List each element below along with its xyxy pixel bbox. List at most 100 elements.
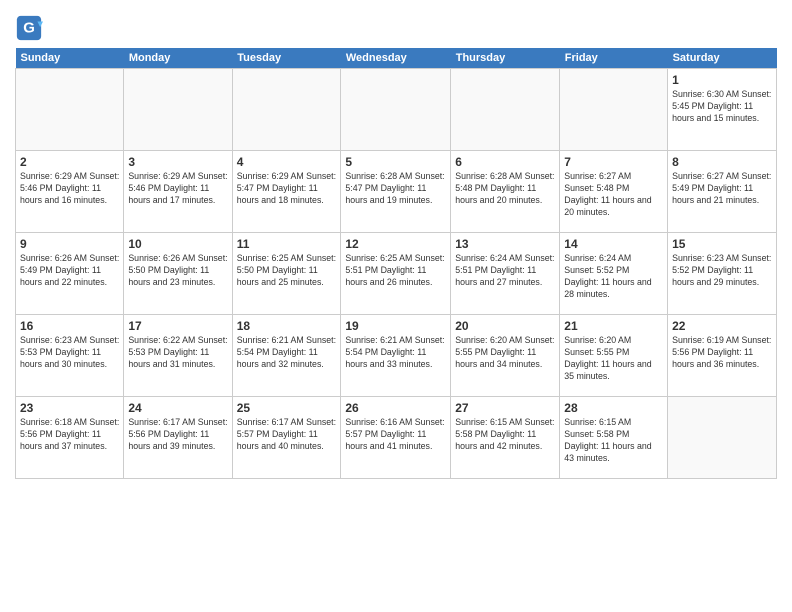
calendar-cell: 5Sunrise: 6:28 AM Sunset: 5:47 PM Daylig…	[341, 151, 451, 233]
calendar-cell: 6Sunrise: 6:28 AM Sunset: 5:48 PM Daylig…	[451, 151, 560, 233]
svg-text:G: G	[23, 20, 35, 37]
day-info: Sunrise: 6:26 AM Sunset: 5:49 PM Dayligh…	[20, 253, 119, 289]
day-info: Sunrise: 6:15 AM Sunset: 5:58 PM Dayligh…	[564, 417, 663, 465]
day-number: 22	[672, 318, 772, 334]
calendar-cell	[124, 69, 232, 151]
calendar-cell: 16Sunrise: 6:23 AM Sunset: 5:53 PM Dayli…	[16, 315, 124, 397]
calendar-week-5: 23Sunrise: 6:18 AM Sunset: 5:56 PM Dayli…	[16, 397, 777, 479]
calendar-cell: 23Sunrise: 6:18 AM Sunset: 5:56 PM Dayli…	[16, 397, 124, 479]
calendar-week-2: 2Sunrise: 6:29 AM Sunset: 5:46 PM Daylig…	[16, 151, 777, 233]
calendar-cell: 26Sunrise: 6:16 AM Sunset: 5:57 PM Dayli…	[341, 397, 451, 479]
day-number: 18	[237, 318, 337, 334]
day-info: Sunrise: 6:22 AM Sunset: 5:53 PM Dayligh…	[128, 335, 227, 371]
calendar-cell: 2Sunrise: 6:29 AM Sunset: 5:46 PM Daylig…	[16, 151, 124, 233]
day-info: Sunrise: 6:19 AM Sunset: 5:56 PM Dayligh…	[672, 335, 772, 371]
day-number: 14	[564, 236, 663, 252]
calendar-cell	[560, 69, 668, 151]
calendar-cell: 11Sunrise: 6:25 AM Sunset: 5:50 PM Dayli…	[232, 233, 341, 315]
day-number: 9	[20, 236, 119, 252]
day-info: Sunrise: 6:29 AM Sunset: 5:47 PM Dayligh…	[237, 171, 337, 207]
day-info: Sunrise: 6:25 AM Sunset: 5:50 PM Dayligh…	[237, 253, 337, 289]
calendar-cell: 4Sunrise: 6:29 AM Sunset: 5:47 PM Daylig…	[232, 151, 341, 233]
calendar-cell: 8Sunrise: 6:27 AM Sunset: 5:49 PM Daylig…	[668, 151, 777, 233]
weekday-header-monday: Monday	[124, 48, 232, 69]
calendar-cell	[451, 69, 560, 151]
day-number: 1	[672, 72, 772, 88]
day-info: Sunrise: 6:23 AM Sunset: 5:53 PM Dayligh…	[20, 335, 119, 371]
calendar-cell: 21Sunrise: 6:20 AM Sunset: 5:55 PM Dayli…	[560, 315, 668, 397]
weekday-header-tuesday: Tuesday	[232, 48, 341, 69]
calendar-cell: 14Sunrise: 6:24 AM Sunset: 5:52 PM Dayli…	[560, 233, 668, 315]
weekday-header-friday: Friday	[560, 48, 668, 69]
day-info: Sunrise: 6:17 AM Sunset: 5:56 PM Dayligh…	[128, 417, 227, 453]
calendar-cell: 19Sunrise: 6:21 AM Sunset: 5:54 PM Dayli…	[341, 315, 451, 397]
calendar-cell: 15Sunrise: 6:23 AM Sunset: 5:52 PM Dayli…	[668, 233, 777, 315]
day-info: Sunrise: 6:21 AM Sunset: 5:54 PM Dayligh…	[345, 335, 446, 371]
calendar-cell	[16, 69, 124, 151]
day-number: 11	[237, 236, 337, 252]
day-number: 20	[455, 318, 555, 334]
logo-icon: G	[15, 14, 43, 42]
day-number: 13	[455, 236, 555, 252]
day-info: Sunrise: 6:20 AM Sunset: 5:55 PM Dayligh…	[564, 335, 663, 383]
day-info: Sunrise: 6:28 AM Sunset: 5:47 PM Dayligh…	[345, 171, 446, 207]
weekday-header-wednesday: Wednesday	[341, 48, 451, 69]
weekday-header-thursday: Thursday	[451, 48, 560, 69]
day-number: 2	[20, 154, 119, 170]
calendar-cell: 3Sunrise: 6:29 AM Sunset: 5:46 PM Daylig…	[124, 151, 232, 233]
day-info: Sunrise: 6:18 AM Sunset: 5:56 PM Dayligh…	[20, 417, 119, 453]
calendar-cell: 10Sunrise: 6:26 AM Sunset: 5:50 PM Dayli…	[124, 233, 232, 315]
calendar-cell: 28Sunrise: 6:15 AM Sunset: 5:58 PM Dayli…	[560, 397, 668, 479]
day-number: 6	[455, 154, 555, 170]
header: G	[15, 10, 777, 42]
calendar-cell: 12Sunrise: 6:25 AM Sunset: 5:51 PM Dayli…	[341, 233, 451, 315]
day-number: 25	[237, 400, 337, 416]
day-info: Sunrise: 6:17 AM Sunset: 5:57 PM Dayligh…	[237, 417, 337, 453]
day-number: 23	[20, 400, 119, 416]
day-info: Sunrise: 6:25 AM Sunset: 5:51 PM Dayligh…	[345, 253, 446, 289]
day-number: 7	[564, 154, 663, 170]
calendar-cell: 24Sunrise: 6:17 AM Sunset: 5:56 PM Dayli…	[124, 397, 232, 479]
day-number: 26	[345, 400, 446, 416]
day-info: Sunrise: 6:27 AM Sunset: 5:49 PM Dayligh…	[672, 171, 772, 207]
day-info: Sunrise: 6:26 AM Sunset: 5:50 PM Dayligh…	[128, 253, 227, 289]
calendar-cell: 18Sunrise: 6:21 AM Sunset: 5:54 PM Dayli…	[232, 315, 341, 397]
day-info: Sunrise: 6:29 AM Sunset: 5:46 PM Dayligh…	[20, 171, 119, 207]
calendar-cell: 13Sunrise: 6:24 AM Sunset: 5:51 PM Dayli…	[451, 233, 560, 315]
day-info: Sunrise: 6:30 AM Sunset: 5:45 PM Dayligh…	[672, 89, 772, 125]
calendar-cell: 22Sunrise: 6:19 AM Sunset: 5:56 PM Dayli…	[668, 315, 777, 397]
day-info: Sunrise: 6:24 AM Sunset: 5:51 PM Dayligh…	[455, 253, 555, 289]
calendar-cell: 25Sunrise: 6:17 AM Sunset: 5:57 PM Dayli…	[232, 397, 341, 479]
calendar-cell: 20Sunrise: 6:20 AM Sunset: 5:55 PM Dayli…	[451, 315, 560, 397]
calendar-cell: 17Sunrise: 6:22 AM Sunset: 5:53 PM Dayli…	[124, 315, 232, 397]
calendar-cell	[668, 397, 777, 479]
day-info: Sunrise: 6:28 AM Sunset: 5:48 PM Dayligh…	[455, 171, 555, 207]
calendar-cell	[232, 69, 341, 151]
day-info: Sunrise: 6:21 AM Sunset: 5:54 PM Dayligh…	[237, 335, 337, 371]
day-number: 16	[20, 318, 119, 334]
day-number: 24	[128, 400, 227, 416]
calendar-cell: 27Sunrise: 6:15 AM Sunset: 5:58 PM Dayli…	[451, 397, 560, 479]
page: G SundayMondayTuesdayWednesdayThursdayFr…	[0, 0, 792, 612]
calendar-cell	[341, 69, 451, 151]
weekday-header-row: SundayMondayTuesdayWednesdayThursdayFrid…	[16, 48, 777, 69]
day-number: 10	[128, 236, 227, 252]
day-number: 5	[345, 154, 446, 170]
day-info: Sunrise: 6:23 AM Sunset: 5:52 PM Dayligh…	[672, 253, 772, 289]
calendar-table: SundayMondayTuesdayWednesdayThursdayFrid…	[15, 48, 777, 479]
calendar-cell: 7Sunrise: 6:27 AM Sunset: 5:48 PM Daylig…	[560, 151, 668, 233]
calendar-cell: 1Sunrise: 6:30 AM Sunset: 5:45 PM Daylig…	[668, 69, 777, 151]
calendar-week-1: 1Sunrise: 6:30 AM Sunset: 5:45 PM Daylig…	[16, 69, 777, 151]
logo: G	[15, 14, 45, 42]
weekday-header-sunday: Sunday	[16, 48, 124, 69]
day-number: 12	[345, 236, 446, 252]
day-info: Sunrise: 6:15 AM Sunset: 5:58 PM Dayligh…	[455, 417, 555, 453]
day-info: Sunrise: 6:24 AM Sunset: 5:52 PM Dayligh…	[564, 253, 663, 301]
day-info: Sunrise: 6:27 AM Sunset: 5:48 PM Dayligh…	[564, 171, 663, 219]
day-number: 15	[672, 236, 772, 252]
weekday-header-saturday: Saturday	[668, 48, 777, 69]
day-number: 21	[564, 318, 663, 334]
day-number: 4	[237, 154, 337, 170]
day-info: Sunrise: 6:29 AM Sunset: 5:46 PM Dayligh…	[128, 171, 227, 207]
day-number: 27	[455, 400, 555, 416]
